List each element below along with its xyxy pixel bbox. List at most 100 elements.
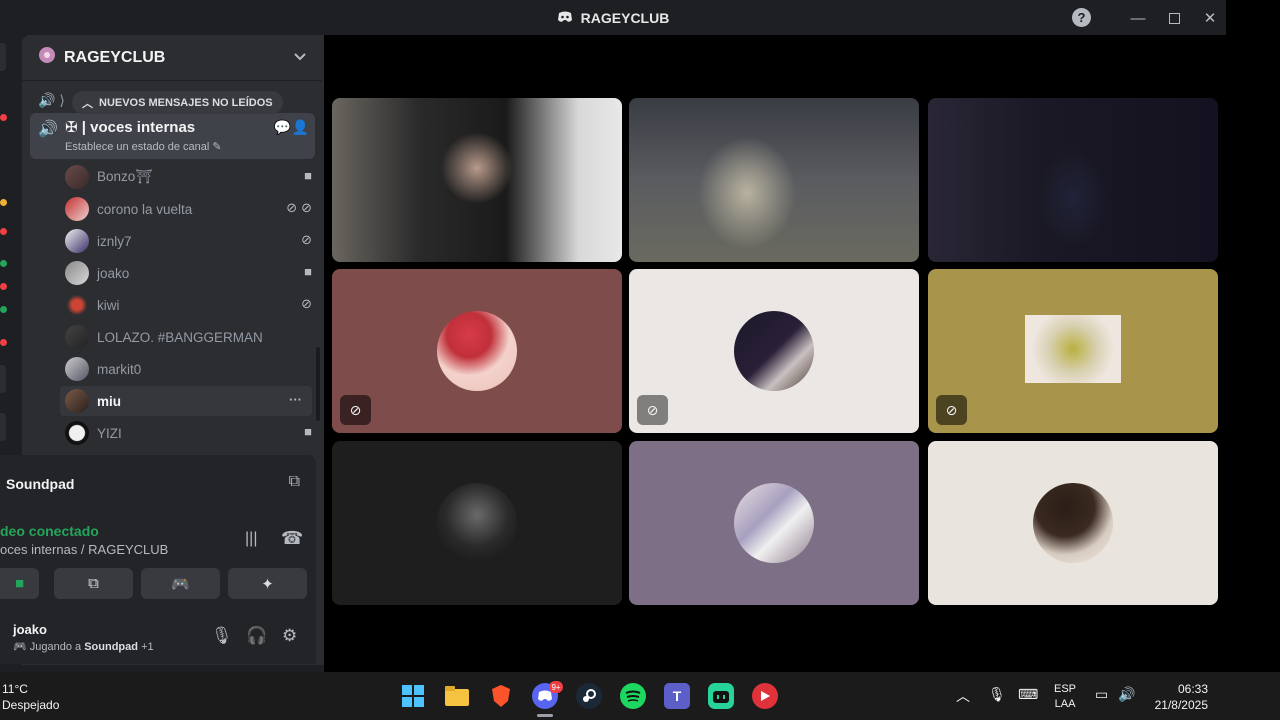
windows-start-icon[interactable] — [400, 683, 426, 709]
spotify-icon[interactable] — [620, 683, 646, 709]
video-grid: ⊘ ⊘ ⊘ — [324, 35, 1226, 672]
member-item[interactable]: Bonzo⛩ ■ — [62, 162, 312, 192]
settings-gear-icon[interactable]: ⚙ — [282, 626, 297, 646]
soundboard-button[interactable]: ✦ — [228, 568, 307, 599]
minimize-button[interactable]: — — [1125, 6, 1151, 30]
member-item[interactable]: YIZI ■ — [62, 418, 312, 448]
avatar — [65, 357, 89, 381]
keyboard-icon[interactable]: ⌨ — [1018, 686, 1038, 703]
avatar — [65, 325, 89, 349]
video-tile[interactable] — [928, 441, 1218, 605]
window-title-text: RAGEYCLUB — [580, 9, 670, 26]
member-name: markit0 — [97, 361, 142, 377]
screen-share-icon: ⧉ — [88, 575, 99, 592]
screen-share-icon[interactable]: ⧉ — [289, 473, 300, 491]
active-app-indicator — [537, 714, 553, 717]
server-header[interactable]: RAGEYCLUB — [22, 35, 322, 81]
notification-dot — [0, 228, 7, 235]
noise-suppression-icon[interactable]: ||| — [245, 530, 257, 548]
activity-button[interactable]: 🎮 — [141, 568, 220, 599]
more-icon[interactable]: ··· — [289, 392, 302, 407]
voice-connected-status[interactable]: deo conectado — [0, 523, 99, 539]
screen-share-button[interactable]: ⧉ — [54, 568, 133, 599]
chat-icon[interactable]: 💬 — [274, 119, 291, 136]
new-messages-label: NUEVOS MENSAJES NO LEÍDOS — [99, 96, 273, 109]
video-tile[interactable] — [629, 441, 919, 605]
voice-channel-path[interactable]: oces internas / RAGEYCLUB — [0, 542, 168, 557]
discord-window: RAGEYCLUB ? — ✕ RAGEYCLUB 🔊 ⟩ ︿ NUEVOS M… — [0, 0, 1226, 672]
member-name: LOLAZO. #BANGGERMAN — [97, 329, 263, 345]
help-icon[interactable]: ? — [1072, 8, 1091, 27]
member-name: kiwi — [97, 297, 120, 313]
keyboard-layout: LAA — [1054, 698, 1076, 710]
microphone-icon[interactable]: 🎙 — [211, 626, 233, 646]
soundpad-bar[interactable]: Soundpad ⧉ — [0, 455, 316, 512]
new-messages-pill[interactable]: ︿ NUEVOS MENSAJES NO LEÍDOS — [72, 91, 283, 114]
maximize-button[interactable] — [1161, 6, 1187, 30]
video-tile[interactable]: ⊘ — [629, 269, 919, 433]
member-item[interactable]: iznly7 ⊘ — [62, 226, 312, 256]
member-item[interactable]: joako ■ — [62, 258, 312, 288]
system-clock[interactable]: 06:33 21/8/2025 — [1148, 681, 1208, 713]
server-icon[interactable] — [0, 43, 6, 71]
taskbar: 11°C Despejado 9+ T ︿ 🎙 ⌨ ESP LAA ▭ 🔊 06… — [0, 672, 1280, 720]
teams-icon[interactable]: T — [664, 683, 690, 709]
microphone-icon[interactable]: 🎙 — [988, 686, 1006, 703]
video-tile[interactable] — [332, 441, 622, 605]
language-indicator[interactable]: ESP LAA — [1054, 682, 1076, 712]
language-code: ESP — [1054, 683, 1077, 695]
desktop-background — [1226, 0, 1280, 672]
participant-avatar — [1033, 483, 1113, 563]
disconnect-icon[interactable]: ☎ — [281, 528, 303, 549]
user-panel: joako 🎮 Jugando a Soundpad +1 🎙 🎧 ⚙ — [0, 614, 316, 664]
gamepad-icon: 🎮 — [171, 575, 190, 593]
speaker-icon[interactable]: 🔊 ⟩ — [38, 92, 65, 109]
participant-avatar — [1025, 315, 1121, 383]
camera-feed-person — [629, 98, 919, 262]
network-icon[interactable]: ▭ — [1095, 686, 1108, 703]
meeting-app-icon[interactable] — [708, 683, 734, 709]
video-tile[interactable] — [332, 98, 622, 262]
scrollbar[interactable] — [316, 347, 320, 421]
member-icons: ■ — [304, 168, 312, 183]
server-icon[interactable] — [0, 413, 6, 441]
temperature: 11°C — [2, 682, 28, 696]
notification-dot — [0, 339, 7, 346]
video-tile[interactable]: ⊘ — [928, 269, 1218, 433]
channel-status-text: Establece un estado de canal — [65, 141, 210, 153]
member-item[interactable]: corono la vuelta ⊘ ⊘ — [62, 194, 312, 224]
video-tile[interactable]: ⊘ — [332, 269, 622, 433]
discord-logo-icon — [557, 10, 573, 26]
member-item[interactable]: LOLAZO. #BANGGERMAN — [62, 322, 312, 352]
chevron-down-icon[interactable] — [294, 49, 306, 64]
file-explorer-icon[interactable] — [444, 683, 470, 709]
notification-dot — [0, 306, 7, 313]
close-button[interactable]: ✕ — [1197, 6, 1223, 30]
volume-icon[interactable]: 🔊 — [1118, 686, 1135, 703]
weather-widget[interactable]: 11°C Despejado — [2, 681, 59, 713]
soundpad-label: Soundpad — [6, 475, 75, 492]
camera-button[interactable]: ■ — [0, 568, 39, 599]
member-item[interactable]: miu ··· — [60, 386, 312, 416]
member-item[interactable]: kiwi ⊘ — [62, 290, 312, 320]
video-tile[interactable] — [629, 98, 919, 262]
steam-icon[interactable] — [576, 683, 602, 709]
invite-icon[interactable]: 👤 — [292, 119, 309, 136]
headphones-icon[interactable]: 🎧 — [246, 626, 267, 646]
active-voice-channel[interactable]: 🔊 ✠ | voces internas Establece un estado… — [30, 113, 315, 159]
video-tile[interactable] — [928, 98, 1218, 262]
discord-notification-badge: 9+ — [549, 681, 563, 693]
participant-avatar — [734, 311, 814, 391]
chevron-up-icon[interactable]: ︿ — [956, 686, 970, 706]
notification-dot — [0, 260, 7, 267]
activity-extra: +1 — [141, 641, 154, 653]
channel-status[interactable]: Establece un estado de canal ✎ — [65, 140, 222, 153]
media-player-icon[interactable] — [752, 683, 778, 709]
server-icon[interactable] — [0, 365, 6, 393]
mic-muted-icon: ⊘ — [301, 232, 312, 247]
user-activity: 🎮 Jugando a Soundpad +1 — [13, 640, 154, 653]
mic-muted-icon: ⊘ — [637, 395, 668, 425]
current-user-name[interactable]: joako — [13, 622, 47, 637]
brave-browser-icon[interactable] — [488, 683, 514, 709]
member-item[interactable]: markit0 — [62, 354, 312, 384]
